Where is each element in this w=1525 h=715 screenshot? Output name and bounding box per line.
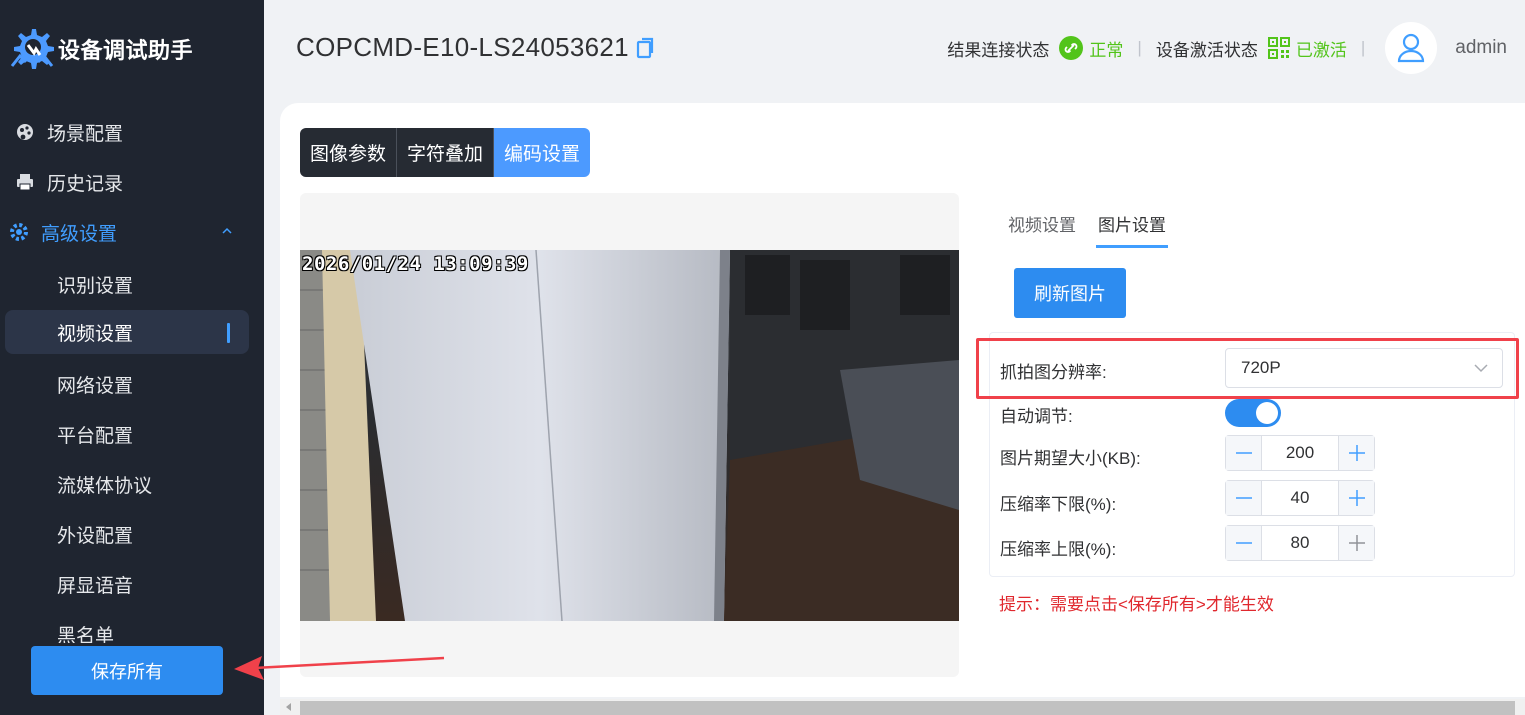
sidebar-item-advanced[interactable]: 高级设置 (0, 212, 264, 252)
settings-tabs: 图像参数 字符叠加 编码设置 (300, 128, 591, 177)
plus-icon (1348, 535, 1365, 551)
main-card: 图像参数 字符叠加 编码设置 2026/01/24 13:09:39 视频设置 … (280, 103, 1525, 697)
video-preview-panel: 2026/01/24 13:09:39 (300, 193, 959, 677)
connection-value: 正常 (1089, 40, 1124, 60)
size-input[interactable]: 200 (1262, 436, 1338, 470)
chevron-up-icon[interactable] (220, 224, 234, 238)
compression-min-label: 压缩率下限(%): (1000, 495, 1117, 514)
osd-timestamp: 2026/01/24 13:09:39 (302, 253, 529, 275)
minus-icon (1235, 452, 1252, 454)
sidebar-item-recognition[interactable]: 识别设置 (0, 262, 264, 306)
plus-icon (1348, 490, 1365, 506)
decrement-button[interactable] (1226, 526, 1262, 560)
decrement-button[interactable] (1226, 481, 1262, 515)
auto-adjust-label: 自动调节: (1000, 407, 1073, 426)
device-id: COPCMD-E10-LS24053621 (296, 32, 629, 62)
compression-min-stepper: 40 (1225, 480, 1375, 516)
sidebar-item-label: 场景配置 (47, 123, 124, 145)
sidebar-item-label: 高级设置 (41, 223, 118, 245)
connection-label: 结果连接状态 (947, 40, 1050, 60)
sidebar-item-history[interactable]: 历史记录 (0, 162, 264, 202)
camera-preview-image: 2026/01/24 13:09:39 (300, 250, 959, 621)
compression-max-label: 压缩率上限(%): (1000, 540, 1117, 559)
connection-status: 正常 (1059, 36, 1123, 61)
compression-max-stepper: 80 (1225, 525, 1375, 561)
encoding-subtabs: 视频设置 图片设置 (1008, 211, 1188, 248)
toggle-knob (1256, 402, 1278, 424)
divider: | (1137, 38, 1142, 57)
sidebar-item-label: 视频设置 (57, 323, 134, 345)
subtab-video-settings[interactable]: 视频设置 (1008, 211, 1076, 248)
divider: | (1360, 38, 1366, 57)
activation-label: 设备激活状态 (1155, 40, 1258, 60)
tab-image-params[interactable]: 图像参数 (300, 128, 398, 177)
sidebar-item-scene[interactable]: 场景配置 (0, 112, 264, 152)
sidebar-item-network[interactable]: 网络设置 (0, 362, 264, 406)
sidebar-item-blacklist[interactable]: 黑名单 (0, 621, 264, 643)
sidebar-item-label: 平台配置 (57, 425, 134, 447)
sidebar-item-peripheral[interactable]: 外设配置 (0, 512, 264, 556)
qrcode-icon (1267, 37, 1290, 59)
minus-icon (1235, 497, 1252, 499)
save-all-button[interactable]: 保存所有 (31, 646, 223, 695)
scrollbar-thumb[interactable] (300, 701, 1515, 715)
horizontal-scrollbar[interactable] (280, 699, 1525, 715)
sidebar-item-label: 流媒体协议 (57, 475, 153, 497)
activation-status: 已激活 (1267, 36, 1347, 61)
size-label: 图片期望大小(KB): (1000, 449, 1141, 468)
save-hint-text: 提示：需要点击<保存所有>才能生效 (999, 595, 1274, 614)
compression-min-input[interactable]: 40 (1262, 481, 1338, 515)
sidebar-item-label: 网络设置 (57, 375, 134, 397)
copy-icon[interactable] (636, 36, 656, 60)
size-stepper: 200 (1225, 435, 1375, 471)
annotation-highlight-box (976, 338, 1519, 399)
username[interactable]: admin (1455, 37, 1507, 59)
selected-indicator (227, 323, 230, 343)
auto-adjust-toggle[interactable] (1225, 399, 1281, 427)
sidebar-item-label: 黑名单 (57, 626, 115, 643)
sidebar-item-label: 识别设置 (57, 275, 134, 297)
increment-button[interactable] (1338, 481, 1374, 515)
increment-button[interactable] (1338, 436, 1374, 470)
annotation-arrow-icon (234, 656, 445, 680)
camera-scene (300, 250, 959, 621)
sidebar-item-label: 屏显语音 (57, 575, 134, 597)
tab-text-overlay[interactable]: 字符叠加 (397, 128, 495, 177)
app-logo: 设备调试助手 (8, 26, 193, 72)
scroll-left-icon[interactable] (286, 703, 291, 711)
palette-icon (14, 121, 36, 143)
sidebar-item-video[interactable]: 视频设置 (5, 310, 249, 354)
printer-icon (14, 171, 36, 193)
decrement-button[interactable] (1226, 436, 1262, 470)
sidebar-item-label: 历史记录 (47, 173, 124, 195)
app-name: 设备调试助手 (58, 38, 194, 63)
header: COPCMD-E10-LS24053621 结果连接状态 正常 | 设备激活状态… (264, 0, 1525, 98)
plus-icon (1348, 445, 1365, 461)
gear-logo-icon (10, 29, 54, 69)
minus-icon (1235, 542, 1252, 544)
sidebar-item-streaming[interactable]: 流媒体协议 (0, 462, 264, 506)
avatar[interactable] (1385, 22, 1438, 74)
subtab-picture-settings[interactable]: 图片设置 (1096, 211, 1168, 248)
status-bar: 结果连接状态 正常 | 设备激活状态 已激活 | admin (947, 22, 1507, 74)
compression-max-input[interactable]: 80 (1262, 526, 1338, 560)
refresh-picture-button[interactable]: 刷新图片 (1014, 268, 1126, 318)
sidebar-item-label: 外设配置 (57, 525, 134, 547)
link-icon (1059, 36, 1084, 60)
activation-value: 已激活 (1295, 40, 1347, 60)
user-icon (1398, 33, 1425, 63)
sidebar: 设备调试助手 场景配置 历史记录 高级设置 识别设置 视频设置 网络设置 平台配… (0, 0, 264, 715)
tab-encoding[interactable]: 编码设置 (494, 128, 591, 177)
sidebar-item-platform[interactable]: 平台配置 (0, 412, 264, 456)
increment-button[interactable] (1338, 526, 1374, 560)
sidebar-item-display-voice[interactable]: 屏显语音 (0, 562, 264, 606)
gear-icon (8, 221, 30, 243)
